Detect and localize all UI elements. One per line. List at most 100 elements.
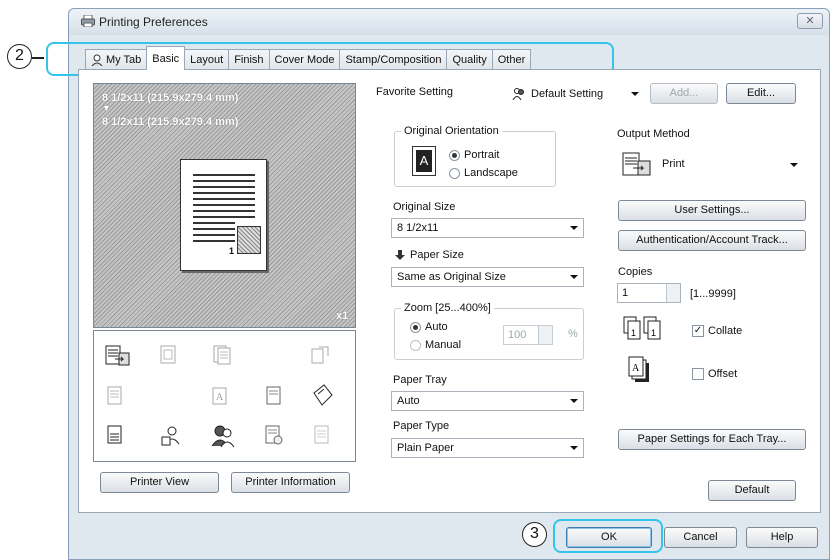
duplex-icon[interactable] [212, 345, 232, 365]
tab-finish[interactable]: Finish [228, 49, 270, 70]
tab-my-tab[interactable]: My Tab [85, 49, 148, 70]
user-settings-button[interactable]: User Settings... [618, 200, 806, 221]
tab-label: Quality [452, 54, 487, 66]
tab-other[interactable]: Other [491, 49, 532, 70]
offset-label: Offset [708, 368, 738, 380]
printer-information-button[interactable]: Printer Information [231, 472, 350, 493]
portrait-radio[interactable] [449, 150, 460, 161]
favorite-icon [512, 88, 524, 100]
combination-icon[interactable] [105, 386, 125, 406]
staple-icon[interactable] [310, 383, 334, 407]
user-box-icon[interactable] [159, 425, 183, 447]
collate-checkbox[interactable]: ✓ [692, 325, 704, 337]
zoom-auto-radio[interactable] [410, 322, 421, 333]
original-size-select[interactable]: 8 1/2x11 [391, 218, 584, 238]
secure-print-icon[interactable] [264, 425, 284, 445]
chevron-down-icon [570, 226, 578, 230]
tab-label: Basic [152, 52, 180, 65]
copies-range: [1...9999] [690, 288, 736, 300]
landscape-radio[interactable] [449, 168, 460, 179]
favorite-setting-value: Default Setting [531, 88, 604, 100]
printer-view-button[interactable]: Printer View [100, 472, 219, 493]
callout-ok: 3 [522, 522, 547, 547]
cancel-button[interactable]: Cancel [664, 527, 737, 548]
chevron-down-icon [790, 163, 798, 167]
landscape-label: Landscape [464, 167, 518, 179]
tab-label: Stamp/Composition [345, 54, 442, 66]
chevron-down-icon [570, 399, 578, 403]
tab-stamp-composition[interactable]: Stamp/Composition [339, 49, 448, 70]
zoom-value: 100 [508, 329, 527, 341]
chevron-down-icon [631, 92, 639, 96]
favorite-setting-label: Favorite Setting [376, 86, 454, 98]
chevron-down-icon [570, 275, 578, 279]
rotate-text-icon[interactable]: A [212, 386, 232, 406]
booklet-icon[interactable] [159, 345, 179, 365]
paper-tray-label: Paper Tray [393, 374, 447, 386]
document-icon[interactable] [105, 425, 125, 445]
output-method-select[interactable]: Print [617, 146, 804, 182]
original-orientation-title: Original Orientation [401, 125, 502, 137]
preview-original-size: 8 1/2x11 (215.9x279.4 mm) [102, 92, 239, 104]
zoom-manual-label: Manual [425, 339, 462, 351]
copies-value: 1 [622, 287, 629, 299]
tab-label: Layout [190, 54, 224, 66]
paper-type-value: Plain Paper [397, 442, 454, 454]
zoom-unit: % [568, 328, 578, 340]
ok-button[interactable]: OK [566, 527, 652, 548]
paper-settings-each-tray-button[interactable]: Paper Settings for Each Tray... [618, 429, 806, 450]
tab-layout[interactable]: Layout [184, 49, 230, 70]
svg-text:A: A [216, 392, 224, 403]
offset-checkbox[interactable] [692, 368, 704, 380]
zoom-value-spinner[interactable]: 100 [503, 325, 553, 345]
preview-page: 1 [180, 159, 267, 271]
offset-icon: A [628, 356, 649, 382]
account-track-icon[interactable] [210, 424, 236, 448]
zoom-title: Zoom [25...400%] [401, 302, 494, 314]
collate-icon: 11 [623, 316, 661, 340]
default-button[interactable]: Default [708, 480, 796, 501]
title-bar: Printing Preferences ✕ [69, 9, 829, 35]
zoom-auto-label: Auto [425, 321, 448, 333]
original-size-label: Original Size [393, 201, 456, 213]
output-tray-icon[interactable] [105, 345, 131, 367]
tab-quality[interactable]: Quality [446, 49, 493, 70]
orientation-preview-icon: A [412, 146, 436, 176]
box-save-icon[interactable] [312, 425, 332, 445]
authentication-account-track-button[interactable]: Authentication/Account Track... [618, 230, 806, 251]
copies-spinner[interactable]: 1 [617, 283, 681, 303]
watermark-icon[interactable] [264, 386, 284, 406]
close-button[interactable]: ✕ [797, 13, 823, 29]
edit-favorite-button[interactable]: Edit... [726, 83, 796, 104]
tab-label: Finish [234, 54, 264, 66]
original-size-value: 8 1/2x11 [397, 222, 439, 234]
callout-tabs: 2 [7, 44, 32, 69]
window-title: Printing Preferences [99, 15, 208, 29]
portrait-label: Portrait [464, 149, 500, 161]
favorite-setting-select[interactable]: Default Setting [503, 84, 645, 104]
chevron-down-icon [570, 446, 578, 450]
help-button[interactable]: Help [746, 527, 818, 548]
print-output-icon [622, 152, 651, 176]
svg-text:1: 1 [651, 328, 656, 338]
paper-size-select[interactable]: Same as Original Size [391, 267, 584, 287]
tab-strip: My Tab Basic Layout Finish Cover Mode St… [85, 46, 532, 70]
svg-text:A: A [632, 363, 640, 374]
collate-label: Collate [708, 325, 743, 337]
orientation-letter: A [416, 150, 432, 172]
tab-label: Other [497, 54, 526, 66]
binding-position-icon[interactable] [310, 345, 330, 365]
add-favorite-button[interactable]: Add... [650, 83, 718, 104]
copies-label: Copies [618, 266, 653, 278]
paper-type-select[interactable]: Plain Paper [391, 438, 584, 458]
tab-cover-mode[interactable]: Cover Mode [268, 49, 341, 70]
paper-tray-select[interactable]: Auto [391, 391, 584, 411]
zoom-manual-radio[interactable] [410, 340, 421, 351]
printer-icon [81, 15, 95, 27]
paper-type-label: Paper Type [393, 420, 450, 432]
paper-size-label: Paper Size [410, 249, 464, 261]
print-preview: 8 1/2x11 (215.9x279.4 mm) ▼ 8 1/2x11 (21… [93, 83, 356, 328]
tab-basic[interactable]: Basic [146, 46, 186, 70]
paper-size-value: Same as Original Size [397, 271, 506, 283]
output-method-label: Output Method [617, 128, 690, 140]
